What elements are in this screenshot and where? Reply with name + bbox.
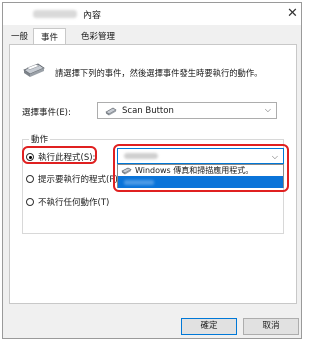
prompt-program-label: 提示要執行的程式(P) — [38, 175, 118, 185]
event-select-value: Scan Button — [122, 106, 174, 116]
properties-dialog: 內容 ✕ 一般 事件 色彩管理 請選擇下列的事件，然後選擇事件發生時要執行的動作… — [2, 2, 302, 339]
radio-button[interactable] — [26, 198, 34, 206]
scanner-small-icon — [105, 107, 117, 116]
chevron-down-icon: ⌵ — [264, 105, 271, 114]
event-select[interactable]: Scan Button ⌵ — [97, 102, 277, 119]
highlight-box-radio — [22, 146, 97, 164]
tab-color-management[interactable]: 色彩管理 — [81, 30, 115, 42]
tab-general[interactable]: 一般 — [11, 30, 28, 42]
close-icon[interactable]: ✕ — [287, 6, 298, 21]
cancel-button[interactable]: 取消 — [243, 318, 299, 335]
scanner-icon — [23, 63, 45, 77]
take-no-action-label: 不執行任何動作(T) — [38, 198, 110, 208]
radio-button[interactable] — [26, 175, 34, 183]
instruction-text: 請選擇下列的事件，然後選擇事件發生時要執行的動作。 — [55, 68, 263, 78]
title-bar: 內容 ✕ — [3, 3, 301, 25]
tab-strip: 一般 事件 色彩管理 — [9, 28, 297, 44]
highlight-box-program — [113, 144, 289, 192]
ok-button[interactable]: 確定 — [181, 318, 237, 335]
actions-group-title: 動作 — [29, 133, 51, 145]
event-select-label: 選擇事件(E): — [22, 108, 71, 118]
tab-events[interactable]: 事件 — [33, 28, 67, 44]
window-title: 內容 — [83, 11, 102, 21]
blurred-device-name — [33, 10, 77, 18]
